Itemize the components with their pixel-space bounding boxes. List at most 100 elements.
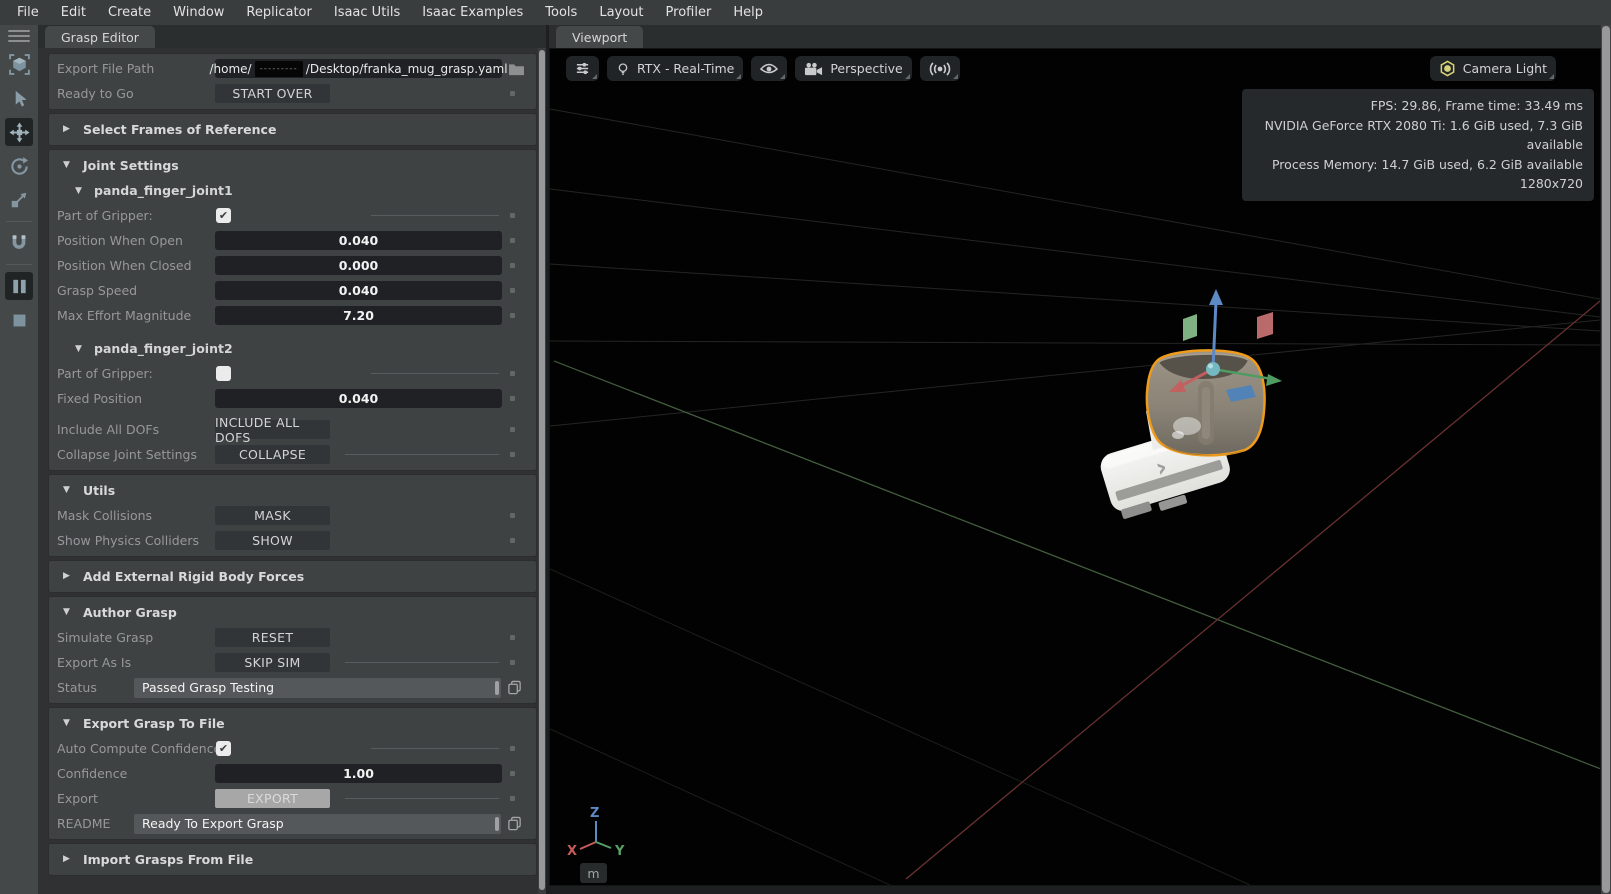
property-dot[interactable]	[510, 313, 515, 318]
stats-resolution: 1280x720	[1253, 174, 1583, 194]
utils-header[interactable]: ▼ Utils	[49, 477, 536, 503]
visibility-button[interactable]	[751, 56, 787, 81]
property-dot[interactable]	[510, 91, 515, 96]
menu-edit[interactable]: Edit	[50, 5, 97, 20]
position-when-closed-input[interactable]: 0.000	[215, 256, 502, 275]
collapsed-arrow-icon: ▶	[63, 124, 73, 134]
property-dot[interactable]	[510, 771, 515, 776]
part-of-gripper-checkbox[interactable]	[216, 366, 231, 381]
property-dot[interactable]	[510, 396, 515, 401]
viewport-3d-area[interactable]: ›	[549, 48, 1601, 886]
external-forces-header[interactable]: ▶ Add External Rigid Body Forces	[49, 563, 536, 589]
reset-button[interactable]: RESET	[215, 628, 330, 647]
part-of-gripper-checkbox[interactable]: ✔	[216, 208, 231, 223]
start-over-button[interactable]: START OVER	[215, 84, 330, 103]
simulate-grasp-row: Simulate Grasp RESET	[49, 625, 536, 650]
property-dot[interactable]	[510, 452, 515, 457]
max-effort-label: Max Effort Magnitude	[57, 308, 215, 323]
rotate-tool-button[interactable]	[5, 152, 33, 180]
mask-button[interactable]: MASK	[215, 506, 330, 525]
menu-tools[interactable]: Tools	[534, 5, 588, 20]
export-file-path-input[interactable]: /home/---------/Desktop/franka_mug_grasp…	[215, 59, 502, 78]
tab-viewport[interactable]: Viewport	[556, 26, 643, 48]
auto-compute-checkbox[interactable]: ✔	[216, 741, 231, 756]
export-file-path-label: Export File Path	[57, 61, 215, 76]
position-when-open-input[interactable]: 0.040	[215, 231, 502, 250]
rotate-icon	[9, 156, 30, 177]
menu-replicator[interactable]: Replicator	[235, 5, 322, 20]
menu-layout[interactable]: Layout	[588, 5, 654, 20]
viewport-settings-button[interactable]	[566, 56, 599, 81]
export-grasp-header[interactable]: ▼ Export Grasp To File	[49, 710, 536, 736]
viewport-toolbar: RTX - Real-Time Perspective	[566, 56, 960, 81]
property-dot[interactable]	[510, 288, 515, 293]
joint-settings-header[interactable]: ▼ Joint Settings	[49, 152, 536, 178]
snap-tool-button[interactable]	[5, 229, 33, 257]
toolbar-grip-icon[interactable]	[8, 30, 30, 42]
scale-tool-button[interactable]	[5, 186, 33, 214]
scrollbar-thumb[interactable]	[539, 50, 545, 890]
menu-help[interactable]: Help	[722, 5, 774, 20]
pause-button[interactable]	[5, 272, 33, 300]
folder-browse-button[interactable]	[508, 62, 525, 76]
grid-lines	[550, 109, 1600, 885]
skip-sim-button[interactable]: SKIP SIM	[215, 653, 330, 672]
joint1-header[interactable]: ▼ panda_finger_joint1	[49, 178, 536, 203]
confidence-input[interactable]: 1.00	[215, 764, 502, 783]
property-dot[interactable]	[510, 796, 515, 801]
collapse-joint-settings-row: Collapse Joint Settings COLLAPSE	[49, 442, 536, 467]
menu-file[interactable]: File	[6, 5, 50, 20]
property-dot[interactable]	[510, 538, 515, 543]
property-dot[interactable]	[510, 660, 515, 665]
readme-field[interactable]: Ready To Export Grasp	[134, 814, 501, 834]
gizmo-z-arrowhead[interactable]	[1209, 289, 1223, 305]
move-tool-button[interactable]	[5, 118, 33, 146]
property-dot[interactable]	[510, 213, 515, 218]
gizmo-plane-yz-green[interactable]	[1183, 314, 1197, 341]
camera-light-button[interactable]: Camera Light	[1430, 56, 1556, 81]
menu-isaac-examples[interactable]: Isaac Examples	[411, 5, 534, 20]
window-scrollbar[interactable]	[1601, 25, 1611, 894]
import-grasps-header[interactable]: ▶ Import Grasps From File	[49, 846, 536, 872]
select-mode-button[interactable]	[5, 50, 33, 78]
collapse-button[interactable]: COLLAPSE	[215, 445, 330, 464]
menu-window[interactable]: Window	[162, 5, 235, 20]
stop-button[interactable]	[5, 306, 33, 334]
author-grasp-header[interactable]: ▼ Author Grasp	[49, 599, 536, 625]
tab-grasp-editor[interactable]: Grasp Editor	[45, 26, 155, 48]
expanded-arrow-icon: ▼	[75, 186, 85, 196]
top-section: Export File Path /home/---------/Desktop…	[48, 53, 537, 110]
gizmo-plane-xz-red[interactable]	[1257, 312, 1273, 339]
max-effort-input[interactable]: 7.20	[215, 306, 502, 325]
camera-button[interactable]: Perspective	[795, 56, 911, 81]
mug-object-selected[interactable]	[1147, 350, 1265, 455]
property-dot[interactable]	[510, 263, 515, 268]
render-mode-button[interactable]: RTX - Real-Time	[607, 56, 743, 81]
property-dot[interactable]	[510, 238, 515, 243]
property-dot[interactable]	[510, 371, 515, 376]
include-all-dofs-button[interactable]: INCLUDE ALL DOFS	[215, 420, 330, 439]
property-dot[interactable]	[510, 635, 515, 640]
scrollbar-thumb[interactable]	[1602, 26, 1610, 893]
audio-button[interactable]	[920, 56, 960, 81]
menu-create[interactable]: Create	[97, 5, 162, 20]
show-button[interactable]: SHOW	[215, 531, 330, 550]
fixed-position-input[interactable]: 0.040	[215, 389, 502, 408]
copy-status-button[interactable]	[507, 680, 522, 695]
menu-profiler[interactable]: Profiler	[655, 5, 723, 20]
property-dot[interactable]	[510, 746, 515, 751]
status-field[interactable]: Passed Grasp Testing	[134, 678, 501, 698]
copy-readme-button[interactable]	[507, 816, 522, 831]
select-tool-button[interactable]	[5, 84, 33, 112]
menu-isaac-utils[interactable]: Isaac Utils	[323, 5, 411, 20]
gizmo-origin-sphere[interactable]	[1206, 362, 1220, 376]
select-frames-header[interactable]: ▶ Select Frames of Reference	[49, 116, 536, 142]
export-button[interactable]: EXPORT	[215, 789, 330, 808]
gizmo-y-arrowhead[interactable]	[1266, 374, 1282, 386]
property-dot[interactable]	[510, 513, 515, 518]
menu-bar: File Edit Create Window Replicator Isaac…	[0, 0, 1611, 25]
grasp-speed-input[interactable]: 0.040	[215, 281, 502, 300]
panel-scrollbar[interactable]	[538, 48, 546, 894]
joint2-header[interactable]: ▼ panda_finger_joint2	[49, 336, 536, 361]
property-dot[interactable]	[510, 427, 515, 432]
